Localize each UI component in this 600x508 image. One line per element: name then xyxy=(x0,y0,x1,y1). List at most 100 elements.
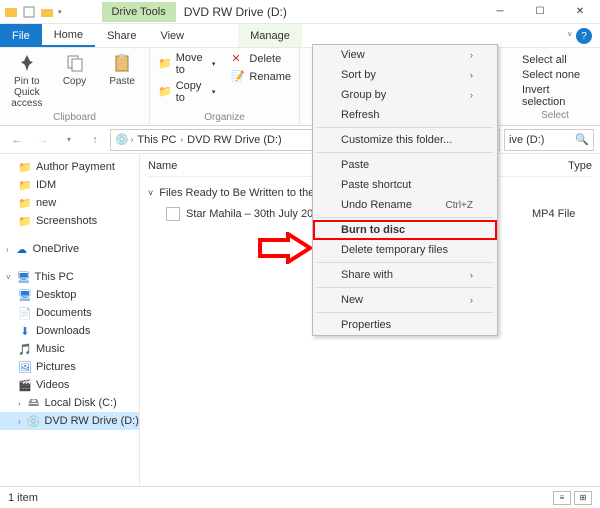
copy-button[interactable]: Copy xyxy=(56,52,94,87)
rename-button[interactable]: 📝Rename xyxy=(231,70,291,84)
sidebar-item-screenshots[interactable]: 📁Screenshots xyxy=(0,212,139,230)
pictures-icon: 🖼 xyxy=(18,360,32,374)
documents-icon: 📄 xyxy=(18,306,32,320)
menu-customize-folder[interactable]: Customize this folder... xyxy=(313,130,497,150)
icons-view-button[interactable]: ⊞ xyxy=(574,491,592,505)
invert-selection-button[interactable]: Invert selection xyxy=(522,84,592,108)
tab-manage[interactable]: Manage xyxy=(238,24,302,47)
pin-icon xyxy=(16,52,38,74)
breadcrumb-this-pc[interactable]: This PC xyxy=(135,134,178,146)
menu-new[interactable]: New› xyxy=(313,290,497,310)
minimize-button[interactable]: ─ xyxy=(480,0,520,24)
paste-button[interactable]: Paste xyxy=(103,52,141,87)
chevron-down-icon: ˅ xyxy=(148,188,153,198)
annotation-arrow-icon xyxy=(258,232,312,264)
context-menu: View› Sort by› Group by› Refresh Customi… xyxy=(312,44,498,336)
titlebar: ▾ Drive Tools DVD RW Drive (D:) ─ ☐ ✕ xyxy=(0,0,600,24)
file-icon xyxy=(166,207,180,221)
tab-view[interactable]: View xyxy=(148,24,196,47)
menu-properties[interactable]: Properties xyxy=(313,315,497,335)
tab-home[interactable]: Home xyxy=(42,24,95,47)
menu-undo-rename[interactable]: Undo RenameCtrl+Z xyxy=(313,195,497,215)
copy-to-button[interactable]: 📁Copy to ▾ xyxy=(158,80,215,104)
select-none-button[interactable]: Select none xyxy=(522,69,592,81)
pin-to-quick-access-button[interactable]: Pin to Quick access xyxy=(8,52,46,109)
menu-paste: Paste xyxy=(313,155,497,175)
properties-icon[interactable] xyxy=(22,5,36,19)
sidebar-item-downloads[interactable]: ⬇Downloads xyxy=(0,322,139,340)
collapse-ribbon-icon[interactable]: ˅ xyxy=(567,30,572,47)
menu-sort-by[interactable]: Sort by› xyxy=(313,65,497,85)
search-input[interactable]: ive (D:) 🔍 xyxy=(504,129,594,151)
maximize-button[interactable]: ☐ xyxy=(520,0,560,24)
folder-icon: 📁 xyxy=(18,178,32,192)
move-to-icon: 📁 xyxy=(158,57,172,71)
file-name: Star Mahila – 30th July 20 xyxy=(186,208,313,220)
select-group-label: Select xyxy=(518,108,592,121)
up-button[interactable]: ↑ xyxy=(84,129,106,151)
desktop-icon: 🖥 xyxy=(18,288,32,302)
address-row: ← → ▾ ↑ 💿 › This PC › DVD RW Drive (D:) … xyxy=(0,126,600,154)
tab-file[interactable]: File xyxy=(0,24,42,47)
sidebar-item-local-disk[interactable]: ›🖴Local Disk (C:) xyxy=(0,394,139,412)
clipboard-group-label: Clipboard xyxy=(8,110,141,123)
tab-share[interactable]: Share xyxy=(95,24,148,47)
chevron-right-icon: › xyxy=(470,70,473,80)
sidebar-item-idm[interactable]: 📁IDM xyxy=(0,176,139,194)
delete-button[interactable]: ✕Delete xyxy=(231,52,291,66)
menu-paste-shortcut: Paste shortcut xyxy=(313,175,497,195)
menu-view[interactable]: View› xyxy=(313,45,497,65)
chevron-right-icon: › xyxy=(470,295,473,305)
hdd-icon: 🖴 xyxy=(27,396,41,410)
sidebar-item-new[interactable]: 📁new xyxy=(0,194,139,212)
breadcrumb-dvd[interactable]: DVD RW Drive (D:) xyxy=(185,134,284,146)
menu-group-by[interactable]: Group by› xyxy=(313,85,497,105)
sidebar-item-author-payment[interactable]: 📁Author Payment xyxy=(0,158,139,176)
shortcut-text: Ctrl+Z xyxy=(446,200,474,211)
column-type[interactable]: Type xyxy=(568,160,592,172)
this-pc-icon: 🖥 xyxy=(17,270,31,284)
help-icon[interactable]: ? xyxy=(576,28,592,44)
details-view-button[interactable]: ≡ xyxy=(553,491,571,505)
drive-tools-contextual-tab: Drive Tools xyxy=(102,2,176,22)
qat-dropdown-icon[interactable]: ▾ xyxy=(58,8,62,16)
menu-delete-temp-files[interactable]: Delete temporary files xyxy=(313,240,497,260)
select-all-button[interactable]: Select all xyxy=(522,54,592,66)
folder-icon: 📁 xyxy=(18,214,32,228)
new-folder-icon[interactable] xyxy=(40,5,54,19)
paste-icon xyxy=(111,52,133,74)
ribbon-tabs: File Home Share View Manage ˅ ? xyxy=(0,24,600,48)
delete-icon: ✕ xyxy=(231,52,245,66)
menu-refresh[interactable]: Refresh xyxy=(313,105,497,125)
status-bar: 1 item ≡ ⊞ xyxy=(0,486,600,508)
sidebar-item-documents[interactable]: 📄Documents xyxy=(0,304,139,322)
main-area: 📁Author Payment 📁IDM 📁new 📁Screenshots ›… xyxy=(0,154,600,486)
sidebar-item-dvd[interactable]: ›💿DVD RW Drive (D:) xyxy=(0,412,139,430)
dvd-icon: 💿 xyxy=(27,414,41,428)
music-icon: 🎵 xyxy=(18,342,32,356)
chevron-right-icon: › xyxy=(470,270,473,280)
sidebar-item-onedrive[interactable]: ›☁OneDrive xyxy=(0,240,139,258)
copy-to-icon: 📁 xyxy=(158,85,172,99)
menu-burn-to-disc[interactable]: Burn to disc xyxy=(313,220,497,240)
back-button[interactable]: ← xyxy=(6,129,28,151)
close-button[interactable]: ✕ xyxy=(560,0,600,24)
menu-share-with[interactable]: Share with› xyxy=(313,265,497,285)
sidebar-item-music[interactable]: 🎵Music xyxy=(0,340,139,358)
folder-icon: 📁 xyxy=(18,160,32,174)
videos-icon: 🎬 xyxy=(18,378,32,392)
recent-locations-icon[interactable]: ▾ xyxy=(58,129,80,151)
search-icon: 🔍 xyxy=(575,133,589,146)
move-to-button[interactable]: 📁Move to ▾ xyxy=(158,52,215,76)
sidebar-item-pictures[interactable]: 🖼Pictures xyxy=(0,358,139,376)
forward-button[interactable]: → xyxy=(32,129,54,151)
window-title: DVD RW Drive (D:) xyxy=(184,5,287,19)
rename-icon: 📝 xyxy=(231,70,245,84)
quick-access-toolbar: ▾ xyxy=(0,5,62,19)
explorer-icon xyxy=(4,5,18,19)
organize-group-label: Organize xyxy=(158,110,291,123)
sidebar-item-this-pc[interactable]: ˅🖥This PC xyxy=(0,268,139,286)
sidebar-item-videos[interactable]: 🎬Videos xyxy=(0,376,139,394)
navigation-pane[interactable]: 📁Author Payment 📁IDM 📁new 📁Screenshots ›… xyxy=(0,154,140,486)
sidebar-item-desktop[interactable]: 🖥Desktop xyxy=(0,286,139,304)
